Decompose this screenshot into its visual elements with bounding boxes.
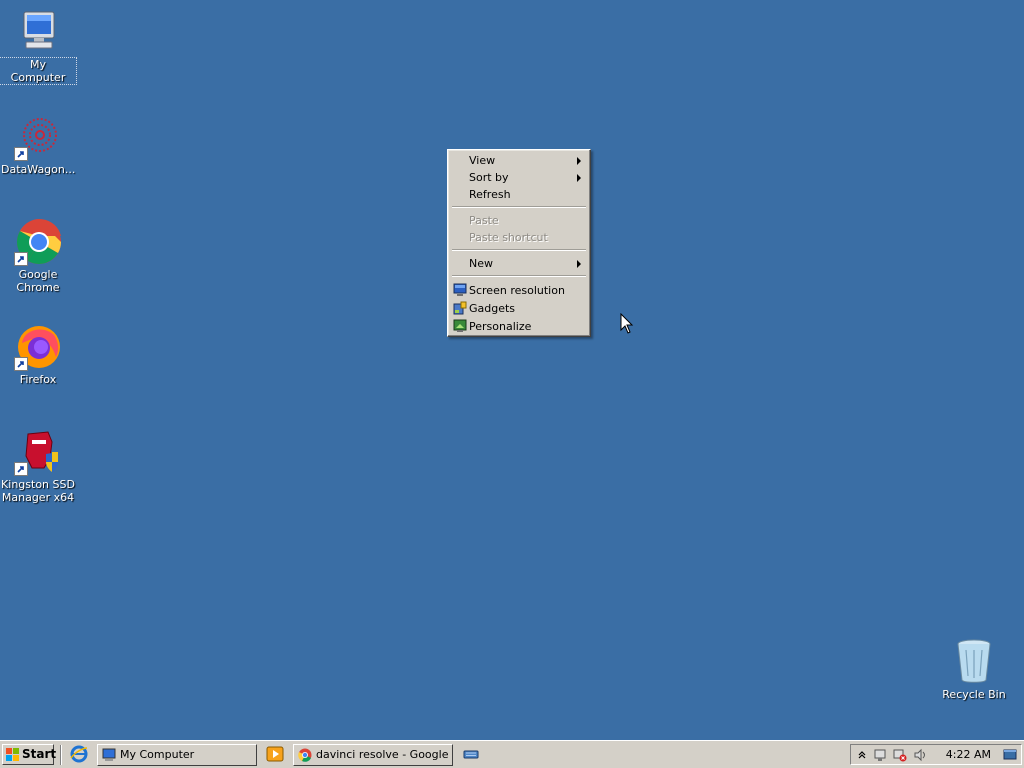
shortcut-arrow-icon	[14, 357, 28, 371]
menu-item-label: Screen resolution	[469, 284, 565, 297]
task-chrome-window[interactable]: davinci resolve - Google ...	[293, 744, 453, 766]
menu-item-label: View	[469, 154, 496, 167]
media-player-icon[interactable]	[266, 745, 284, 763]
desktop-context-menu: View Sort by Refresh Paste Paste shortcu…	[447, 149, 591, 337]
start-button[interactable]: Start	[2, 744, 57, 767]
my-computer-icon	[14, 8, 62, 56]
menu-item-label: New	[469, 257, 493, 270]
taskbar-divider	[60, 745, 62, 765]
firefox-icon	[14, 323, 62, 371]
chrome-icon	[14, 218, 62, 266]
menu-separator	[452, 206, 586, 208]
menu-item-label: Gadgets	[469, 302, 516, 315]
chrome-icon	[298, 748, 312, 762]
datawagon-icon	[14, 113, 62, 161]
desktop-icon-label: My Computer	[0, 57, 77, 85]
show-desktop-icon[interactable]	[1003, 748, 1017, 762]
desktop-icon-label: Firefox	[19, 373, 57, 386]
desktop-icon-kingston-ssd-manager[interactable]: Kingston SSD Manager x64	[0, 428, 76, 504]
task-label: davinci resolve - Google ...	[316, 748, 453, 761]
desktop-icon-datawagon[interactable]: DataWagon...	[0, 113, 76, 176]
desktop-icon-label-line2: Manager x64	[1, 491, 75, 504]
internet-explorer-icon[interactable]	[70, 745, 88, 763]
task-label: My Computer	[120, 748, 195, 761]
start-label: Start	[22, 747, 57, 761]
desktop-icon-recycle-bin[interactable]: Recycle Bin	[936, 638, 1012, 701]
shortcut-arrow-icon	[14, 147, 28, 161]
system-tray: 4:22 AM	[850, 744, 1022, 765]
menu-item-gadgets[interactable]: Gadgets	[451, 300, 587, 317]
menu-item-paste-shortcut: Paste shortcut	[451, 229, 587, 246]
menu-item-paste: Paste	[451, 212, 587, 229]
gadgets-icon	[453, 301, 467, 315]
menu-item-sort-by[interactable]: Sort by	[451, 169, 587, 186]
menu-item-label: Personalize	[469, 320, 532, 333]
personalize-icon	[453, 319, 467, 333]
menu-item-label: Paste	[469, 214, 499, 227]
menu-item-new[interactable]: New	[451, 255, 587, 272]
shortcut-arrow-icon	[14, 252, 28, 266]
menu-separator	[452, 249, 586, 251]
mouse-cursor-icon	[620, 312, 634, 338]
monitor-icon	[453, 283, 467, 297]
kingston-icon	[14, 428, 62, 476]
keyboard-icon[interactable]	[462, 745, 480, 763]
menu-item-personalize[interactable]: Personalize	[451, 318, 587, 335]
shortcut-arrow-icon	[14, 462, 28, 476]
windows-logo-icon	[6, 748, 20, 767]
menu-item-refresh[interactable]: Refresh	[451, 186, 587, 203]
my-computer-icon	[102, 748, 116, 762]
desktop-icon-firefox[interactable]: Firefox	[0, 323, 76, 386]
show-hidden-icons-chevron-icon[interactable]	[855, 748, 869, 762]
submenu-arrow-icon	[577, 157, 581, 165]
clock[interactable]: 4:22 AM	[946, 745, 991, 764]
desktop-icon-label: Google Chrome	[16, 268, 60, 294]
desktop-icon-label-line1: Kingston SSD	[1, 478, 75, 491]
submenu-arrow-icon	[577, 174, 581, 182]
volume-icon[interactable]	[913, 748, 927, 762]
recycle-bin-icon	[950, 638, 998, 686]
taskbar: Start My Computer davinci resolve - Goog…	[0, 740, 1024, 768]
menu-item-label: Refresh	[469, 188, 511, 201]
network-disconnected-icon[interactable]	[893, 748, 907, 762]
menu-item-screen-resolution[interactable]: Screen resolution	[451, 282, 587, 299]
action-center-icon[interactable]	[873, 748, 887, 762]
desktop-icon-google-chrome[interactable]: Google Chrome	[0, 218, 76, 294]
desktop-icon-my-computer[interactable]: My Computer	[0, 8, 77, 85]
desktop-icon-label: Recycle Bin	[942, 688, 1006, 701]
menu-separator	[452, 275, 586, 277]
desktop-icon-label: DataWagon...	[1, 163, 76, 176]
menu-item-label: Sort by	[469, 171, 509, 184]
task-my-computer[interactable]: My Computer	[97, 744, 257, 766]
menu-item-label: Paste shortcut	[469, 231, 548, 244]
submenu-arrow-icon	[577, 260, 581, 268]
menu-item-view[interactable]: View	[451, 152, 587, 169]
